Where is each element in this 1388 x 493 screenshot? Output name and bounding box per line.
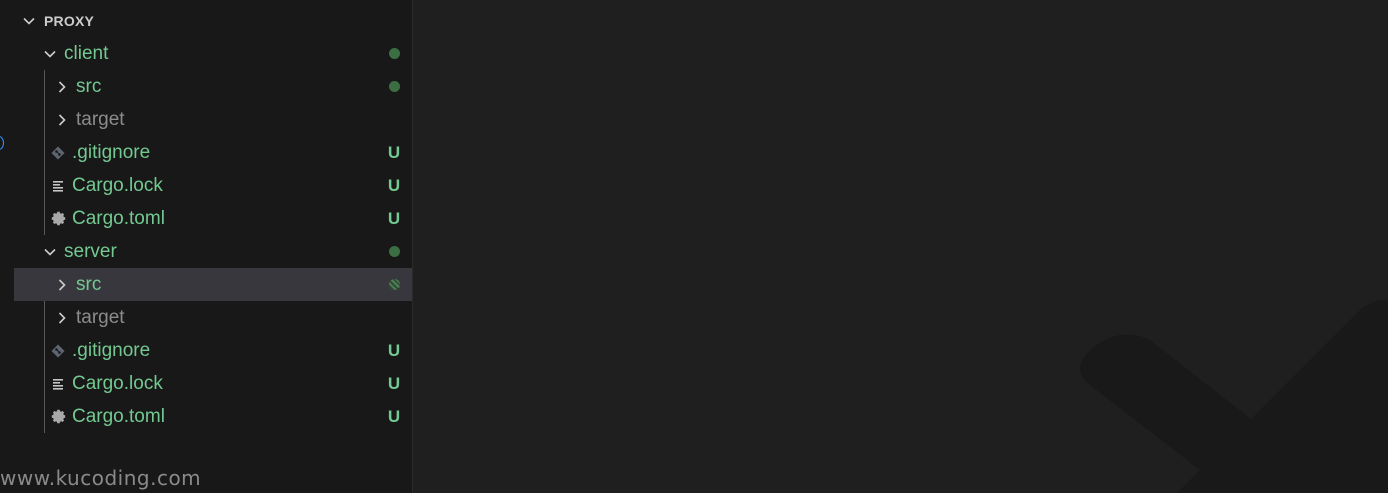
gear-icon (48, 202, 68, 235)
tree-item-label: client (64, 42, 109, 64)
tree-item-label: src (76, 75, 102, 97)
window: PROXY client src target .gitignore U Car… (0, 0, 1388, 493)
untracked-badge: U (387, 175, 401, 195)
tree-folder-target[interactable]: target (14, 301, 412, 334)
activity-bar-edge (0, 0, 14, 493)
tree-folder-client[interactable]: client (14, 37, 412, 70)
tree-folder-src-selected[interactable]: src (14, 268, 412, 301)
tree-folder-src[interactable]: src (14, 70, 412, 103)
modified-dot-icon (376, 275, 412, 295)
tree-item-label: Cargo.lock (72, 372, 163, 394)
tree-file-cargo-lock[interactable]: Cargo.lock U (14, 169, 412, 202)
git-diamond-icon (48, 334, 68, 367)
tree-item-label: Cargo.toml (72, 207, 165, 229)
untracked-badge: U (387, 340, 401, 360)
tree-item-label: .gitignore (72, 141, 151, 163)
explorer-section-header[interactable]: PROXY (14, 4, 412, 37)
chevron-right-icon (52, 70, 72, 103)
untracked-badge: U (387, 373, 401, 393)
modified-dot-icon (376, 77, 412, 97)
git-diamond-icon (48, 136, 68, 169)
activity-indicator-icon[interactable] (0, 136, 4, 150)
chevron-right-icon (52, 103, 72, 136)
chevron-right-icon (52, 301, 72, 334)
untracked-badge: U (387, 142, 401, 162)
modified-dot-icon (376, 44, 412, 64)
tree-file-gitignore[interactable]: .gitignore U (14, 334, 412, 367)
tree-item-label: target (76, 108, 125, 130)
tree-file-cargo-toml[interactable]: Cargo.toml U (14, 400, 412, 433)
untracked-badge: U (387, 406, 401, 426)
tree-file-cargo-toml[interactable]: Cargo.toml U (14, 202, 412, 235)
tree-item-label: target (76, 306, 125, 328)
lines-file-icon (48, 367, 68, 400)
gear-icon (48, 400, 68, 433)
section-title: PROXY (44, 12, 95, 29)
chevron-down-icon (40, 37, 60, 70)
vscode-watermark-logo-icon (1080, 300, 1388, 493)
lines-file-icon (48, 169, 68, 202)
tree-file-cargo-lock[interactable]: Cargo.lock U (14, 367, 412, 400)
tree-item-label: server (64, 240, 117, 262)
tree-folder-server[interactable]: server (14, 235, 412, 268)
chevron-down-icon (14, 14, 44, 28)
tree-item-label: .gitignore (72, 339, 151, 361)
explorer-sidebar: PROXY client src target .gitignore U Car… (0, 0, 413, 493)
tree-item-label: src (76, 273, 102, 295)
chevron-down-icon (40, 235, 60, 268)
modified-dot-icon (376, 242, 412, 262)
tree-item-label: Cargo.toml (72, 405, 165, 427)
tree-file-gitignore[interactable]: .gitignore U (14, 136, 412, 169)
untracked-badge: U (387, 208, 401, 228)
tree-folder-target[interactable]: target (14, 103, 412, 136)
chevron-right-icon (52, 268, 72, 301)
site-watermark: www.kucoding.com (0, 466, 202, 490)
tree-item-label: Cargo.lock (72, 174, 163, 196)
